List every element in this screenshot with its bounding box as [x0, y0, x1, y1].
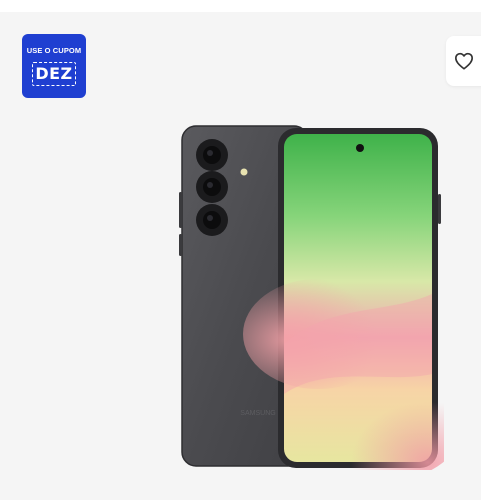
product-image-card: USE O CUPOM DEZ SAMSUNG	[0, 12, 481, 500]
side-button	[438, 194, 441, 224]
brand-mark: SAMSUNG	[240, 410, 275, 417]
heart-icon	[455, 52, 473, 70]
phone-illustration: SAMSUNG	[179, 125, 463, 479]
product-photo[interactable]: SAMSUNG	[178, 124, 463, 479]
coupon-code: DEZ	[35, 64, 73, 83]
coupon-badge: USE O CUPOM DEZ	[22, 34, 86, 98]
side-button	[179, 192, 182, 228]
side-button	[179, 234, 182, 256]
coupon-caption: USE O CUPOM	[26, 46, 82, 55]
front-camera	[356, 144, 364, 152]
favorite-button[interactable]	[446, 36, 481, 86]
